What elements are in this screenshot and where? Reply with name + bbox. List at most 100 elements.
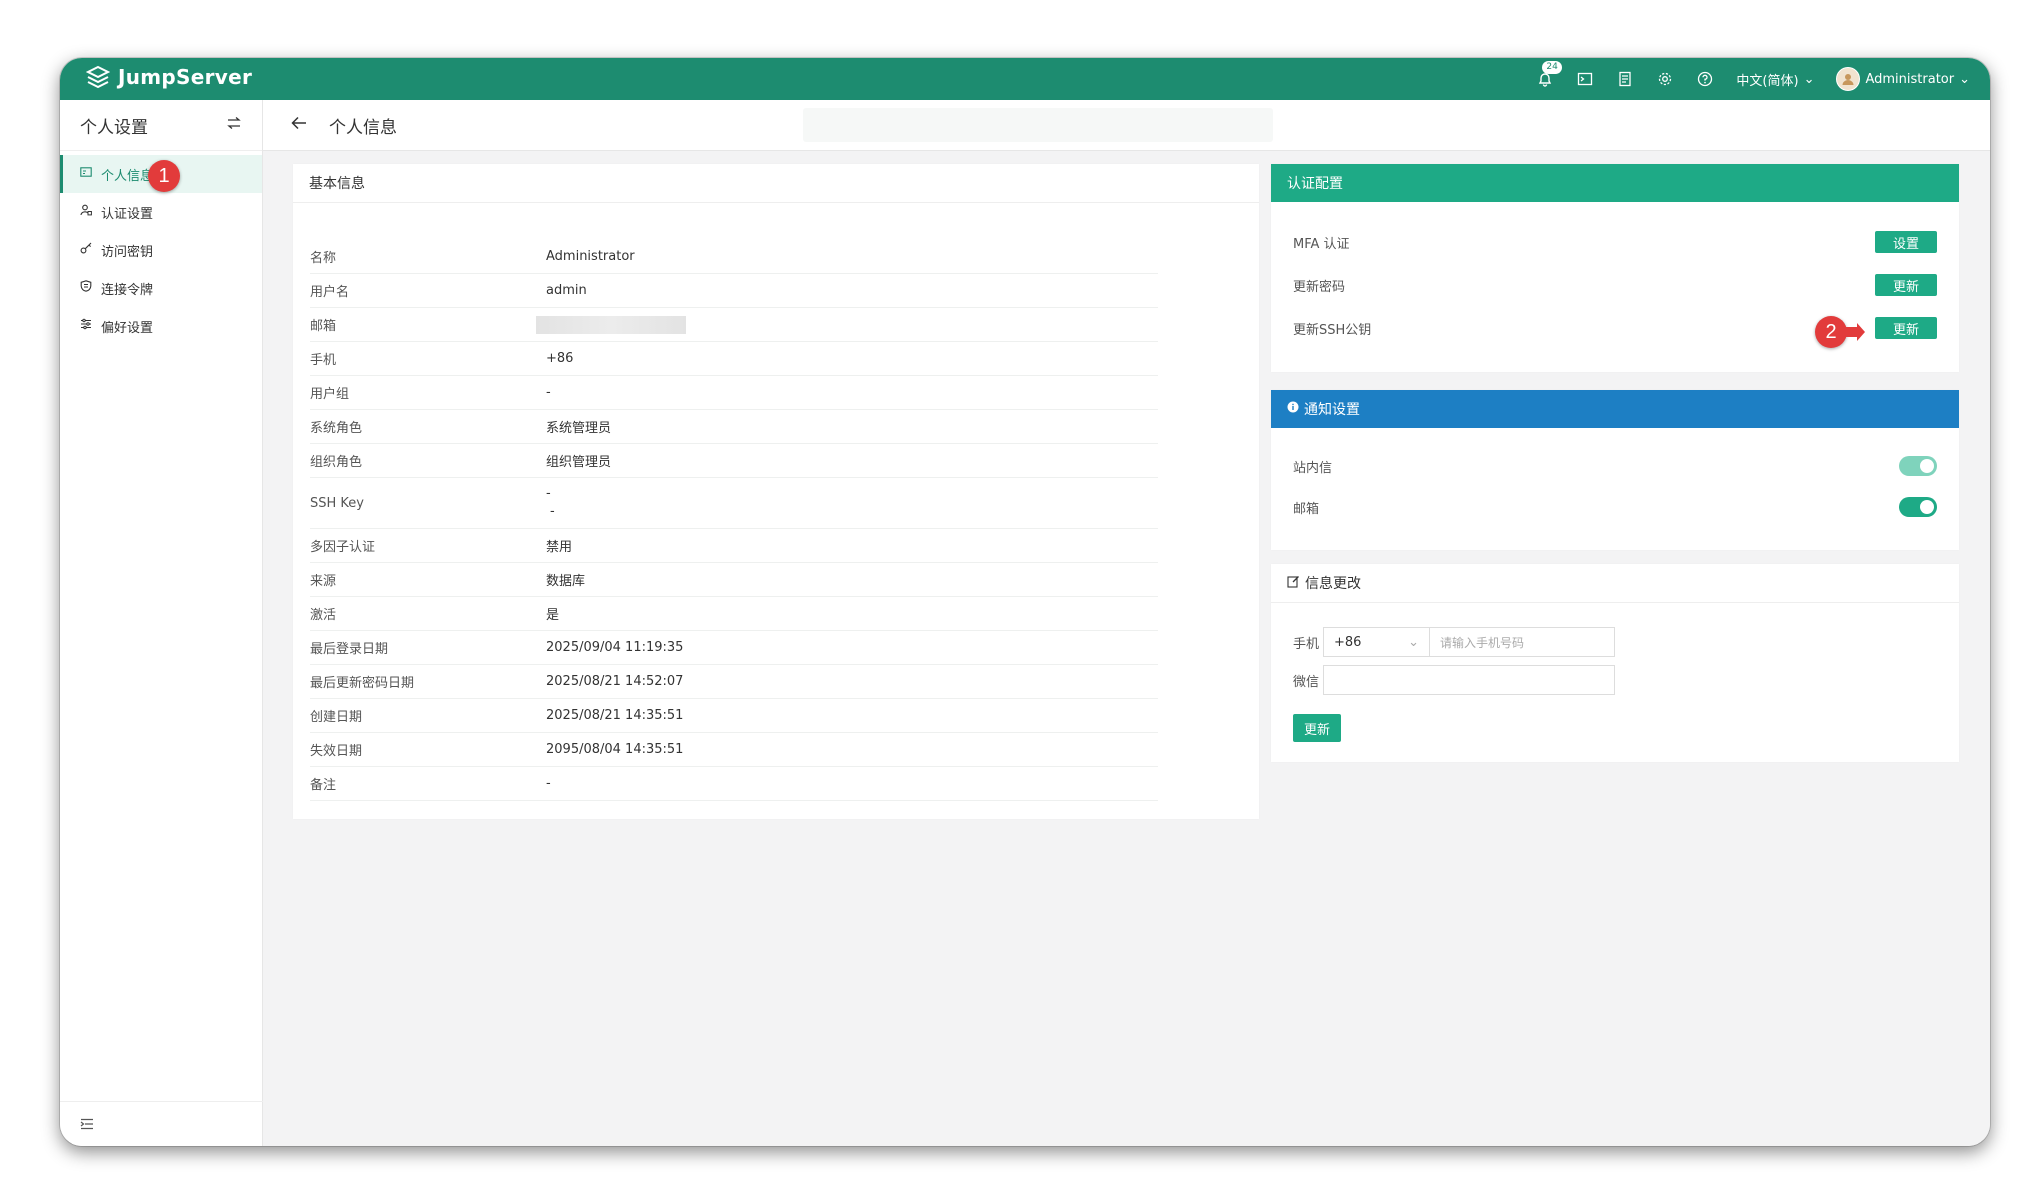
user-name: Administrator xyxy=(1865,71,1955,87)
email-notify-row: 邮箱 xyxy=(1293,495,1937,519)
update-ssh-key-button[interactable]: 更新 xyxy=(1875,317,1937,339)
info-key: 邮箱 xyxy=(310,319,337,334)
document-icon[interactable] xyxy=(1616,70,1634,88)
sidebar-item-auth-settings[interactable]: 认证设置 xyxy=(60,193,262,231)
info-value: 禁用 xyxy=(546,540,573,555)
info-key: 创建日期 xyxy=(310,710,363,725)
sidebar-item-label: 访问密钥 xyxy=(101,244,154,260)
info-key: 最后登录日期 xyxy=(310,642,389,657)
swap-icon[interactable] xyxy=(226,115,242,135)
notification-settings-header: 通知设置 xyxy=(1271,390,1959,428)
info-row-system-role: 系统角色 系统管理员 xyxy=(310,410,1158,444)
info-row-name: 名称 Administrator xyxy=(310,240,1158,274)
update-password-button[interactable]: 更新 xyxy=(1875,274,1937,296)
page-header: 个人信息 xyxy=(263,100,1990,151)
info-circle-icon xyxy=(1287,401,1299,417)
info-value: 2025/08/21 14:52:07 xyxy=(546,674,684,689)
info-value: - xyxy=(550,504,555,519)
phone-country-code-select[interactable]: +86 ⌄ xyxy=(1323,627,1429,657)
info-key: 组织角色 xyxy=(310,455,363,470)
info-value: - xyxy=(546,776,551,791)
redacted-email xyxy=(536,315,686,334)
info-value: Administrator xyxy=(546,249,635,264)
site-message-label: 站内信 xyxy=(1293,460,1333,476)
info-row-org-role: 组织角色 组织管理员 xyxy=(310,444,1158,478)
info-key: SSH Key xyxy=(310,495,364,511)
info-key: 最后更新密码日期 xyxy=(310,676,415,691)
info-value: 数据库 xyxy=(546,574,586,589)
info-key: 多因子认证 xyxy=(310,540,376,555)
back-arrow-icon[interactable] xyxy=(291,115,307,135)
sidebar-item-preferences[interactable]: 偏好设置 xyxy=(60,307,262,345)
ssh-key-label: 更新SSH公钥 xyxy=(1293,322,1372,338)
wechat-form-row: 微信 xyxy=(1293,664,1615,696)
info-value: 2025/09/04 11:19:35 xyxy=(546,640,684,655)
site-message-toggle[interactable] xyxy=(1899,456,1937,476)
info-change-card: 信息更改 手机 +86 ⌄ 请输入手机号码 微信 更新 xyxy=(1271,564,1959,762)
info-key: 失效日期 xyxy=(310,744,363,759)
auth-config-title: 认证配置 xyxy=(1271,164,1959,202)
terminal-icon[interactable] xyxy=(1576,70,1594,88)
info-change-submit-button[interactable]: 更新 xyxy=(1293,714,1341,742)
sidebar-item-connection-token[interactable]: 连接令牌 xyxy=(60,269,262,307)
info-value: 2025/08/21 14:35:51 xyxy=(546,708,684,723)
sliders-icon xyxy=(80,318,92,334)
info-value: admin xyxy=(546,283,587,298)
info-row-password-updated: 最后更新密码日期 2025/08/21 14:52:07 xyxy=(310,665,1158,699)
info-row-user-group: 用户组 - xyxy=(310,376,1158,410)
info-value: 系统管理员 xyxy=(546,421,612,436)
page-title: 个人信息 xyxy=(329,117,397,138)
app-name: JumpServer xyxy=(118,65,253,89)
info-value: - xyxy=(546,486,551,501)
collapse-menu-icon xyxy=(80,1115,94,1134)
notification-settings-card: 通知设置 站内信 邮箱 xyxy=(1271,390,1959,550)
info-key: 备注 xyxy=(310,778,337,793)
info-value: 是 xyxy=(546,608,560,623)
mfa-row: MFA 认证 设置 xyxy=(1293,230,1937,254)
sidebar-item-label: 偏好设置 xyxy=(101,320,154,336)
sidebar-item-access-keys[interactable]: 访问密钥 xyxy=(60,231,262,269)
user-lock-icon xyxy=(80,204,92,220)
sidebar-item-label: 认证设置 xyxy=(101,206,154,222)
chevron-down-icon: ⌄ xyxy=(1803,71,1815,87)
phone-input[interactable]: 请输入手机号码 xyxy=(1429,627,1615,657)
basic-info-card: 基本信息 名称 Administrator 用户名 admin 邮箱 手机 +86 用… xyxy=(293,164,1259,819)
info-row-comment: 备注 - xyxy=(310,767,1158,801)
wechat-label: 微信 xyxy=(1293,674,1320,690)
info-row-source: 来源 数据库 xyxy=(310,563,1158,597)
email-notify-label: 邮箱 xyxy=(1293,501,1320,517)
site-message-row: 站内信 xyxy=(1293,454,1937,478)
chevron-down-icon: ⌄ xyxy=(1408,634,1419,650)
annotation-marker-1: 1 xyxy=(148,160,180,192)
help-icon[interactable] xyxy=(1696,70,1714,88)
settings-gear-icon[interactable] xyxy=(1656,70,1674,88)
email-notify-toggle[interactable] xyxy=(1899,497,1937,517)
basic-info-table: 名称 Administrator 用户名 admin 邮箱 手机 +86 用户组 - 系… xyxy=(310,240,1158,801)
info-key: 用户组 xyxy=(310,387,350,402)
notification-bell-icon[interactable]: 24 xyxy=(1536,61,1562,88)
sidebar-item-label: 个人信息 xyxy=(101,168,154,184)
key-icon xyxy=(80,242,92,258)
notification-settings-title: 通知设置 xyxy=(1304,402,1360,418)
jumpserver-logo-icon xyxy=(86,65,110,89)
profile-card-icon xyxy=(80,166,92,182)
app-logo[interactable]: JumpServer xyxy=(86,65,252,89)
main-content: 个人信息 基本信息 名称 Administrator 用户名 admin 邮箱 手机… xyxy=(263,100,1990,1146)
info-key: 激活 xyxy=(310,608,337,623)
info-row-phone: 手机 +86 xyxy=(310,342,1158,376)
info-row-created: 创建日期 2025/08/21 14:35:51 xyxy=(310,699,1158,733)
sidebar-title: 个人设置 xyxy=(80,117,148,138)
mfa-setup-button[interactable]: 设置 xyxy=(1875,231,1937,253)
language-selector[interactable]: 中文(简体) ⌄ xyxy=(1736,70,1814,89)
info-row-active: 激活 是 xyxy=(310,597,1158,631)
language-label: 中文(简体) xyxy=(1736,73,1799,89)
user-menu[interactable]: Administrator ⌄ xyxy=(1836,67,1970,91)
sidebar-collapse-button[interactable] xyxy=(60,1101,282,1146)
info-row-expires: 失效日期 2095/08/04 14:35:51 xyxy=(310,733,1158,767)
mfa-label: MFA 认证 xyxy=(1293,236,1350,252)
wechat-input[interactable] xyxy=(1323,665,1615,695)
notification-count-badge: 24 xyxy=(1542,61,1562,74)
info-value: - xyxy=(546,385,551,400)
info-key: 用户名 xyxy=(310,285,350,300)
info-row-email: 邮箱 xyxy=(310,308,1158,342)
